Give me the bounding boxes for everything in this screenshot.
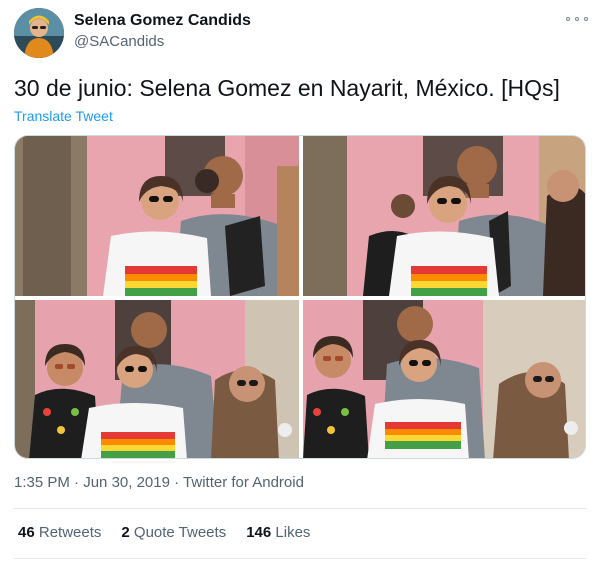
author-name[interactable]: Selena Gomez Candids [74,12,251,30]
avatar-image [14,8,64,58]
quote-tweets-label: Quote Tweets [133,524,227,541]
more-dot-icon [584,17,588,21]
tweet-source[interactable]: Twitter for Android [183,474,304,491]
retweets-label: Retweets [38,524,102,541]
divider [14,508,586,509]
tweet-photo-1[interactable] [15,136,299,296]
quote-tweets-count: 2 [121,524,130,541]
translate-tweet-link[interactable]: Translate Tweet [14,108,113,124]
photo-1-image [15,136,299,296]
avatar[interactable] [14,8,64,58]
quote-tweets-stat[interactable]: 2 Quote Tweets [121,524,226,541]
meta-separator: · [74,474,80,491]
tweet-time[interactable]: 1:35 PM [14,474,70,491]
tweet-text: 30 de junio: Selena Gomez en Nayarit, Mé… [14,75,560,101]
photo-2-image [303,136,585,296]
meta-separator: · [174,474,180,491]
tweet-date[interactable]: Jun 30, 2019 [83,474,170,491]
retweets-count: 46 [18,524,35,541]
author-handle[interactable]: @SACandids [74,33,164,50]
divider [14,558,586,559]
photo-4-image [303,300,585,458]
retweets-stat[interactable]: 46 Retweets [18,524,101,541]
photo-3-image [15,300,299,458]
tweet-photo-4[interactable] [303,300,585,458]
likes-count: 146 [246,524,272,541]
more-options-icon[interactable] [566,12,588,26]
more-dot-icon [566,17,570,21]
tweet-photo-2[interactable] [303,136,585,296]
likes-stat[interactable]: 146 Likes [246,524,310,541]
tweet-photo-3[interactable] [15,300,299,458]
likes-label: Likes [275,524,311,541]
media-grid [14,135,586,459]
tweet-meta: 1:35 PM · Jun 30, 2019 · Twitter for And… [14,474,304,491]
more-dot-icon [575,17,579,21]
engagement-stats: 46 Retweets 2 Quote Tweets 146 Likes [18,524,310,541]
tweet-card: Selena Gomez Candids @SACandids 30 de ju… [0,0,600,563]
